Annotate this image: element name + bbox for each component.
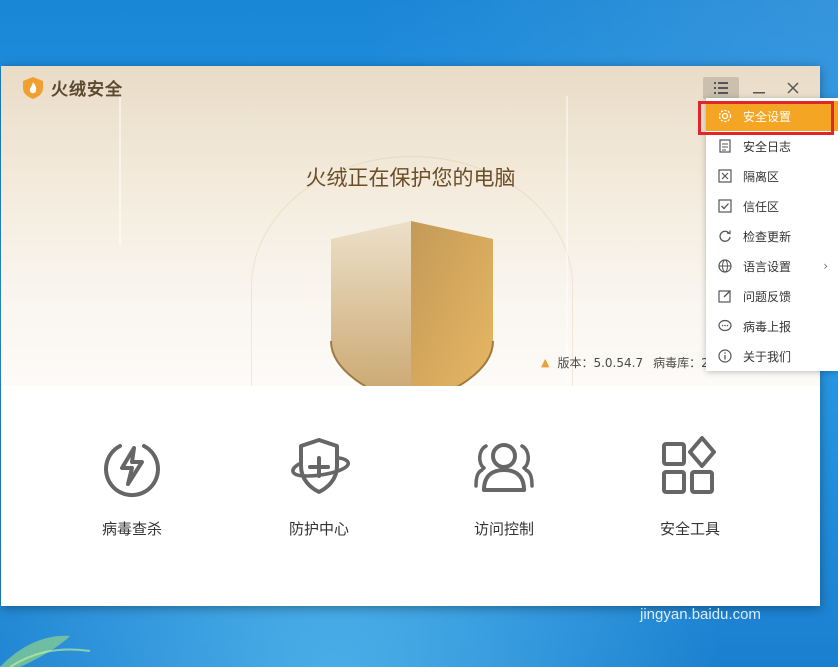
- menu-item-label: 病毒上报: [743, 319, 792, 334]
- menu-item-label: 检查更新: [743, 229, 792, 244]
- menu-item-trust-zone[interactable]: 信任区: [706, 191, 838, 221]
- chat-icon: [717, 318, 733, 334]
- version-info: ▲ 版本：5.0.54.7 病毒库：2: [541, 354, 709, 371]
- version-label: 版本：5.0.54.7: [557, 356, 644, 370]
- watermark-brand-cn: 经验: [734, 578, 783, 606]
- menu-item-check-update[interactable]: 检查更新: [706, 221, 838, 251]
- flame-shield-icon: [23, 76, 43, 99]
- menu-item-label: 关于我们: [743, 349, 792, 364]
- close-icon: [787, 82, 799, 94]
- tool-label: 安全工具: [659, 520, 720, 538]
- hero-decoration: [566, 96, 568, 386]
- tool-label: 病毒查杀: [101, 520, 162, 538]
- desktop-leaf-decoration: [0, 635, 91, 667]
- upgrade-icon[interactable]: ▲: [541, 356, 549, 369]
- shield-icon: [330, 221, 494, 411]
- list-icon: [714, 82, 728, 94]
- minimize-icon: [753, 92, 765, 94]
- app-title: 火绒安全: [51, 80, 123, 100]
- menu-item-security-log[interactable]: 安全日志: [706, 131, 838, 161]
- menu-item-feedback[interactable]: 问题反馈: [706, 281, 838, 311]
- main-menu-dropdown: 安全设置 安全日志 隔离区 信任区 检查更新 语言设置 › 问题反馈 病毒上报 …: [706, 98, 838, 371]
- tool-access-control[interactable]: 访问控制: [434, 434, 574, 539]
- users-icon: [474, 443, 534, 492]
- virus-db-label: 病毒库：2: [653, 356, 709, 370]
- menu-item-label: 隔离区: [743, 169, 780, 184]
- tool-label: 防护中心: [288, 520, 349, 538]
- info-icon: [717, 348, 733, 364]
- menu-item-about[interactable]: 关于我们: [706, 341, 838, 371]
- tool-virus-scan[interactable]: 病毒查杀: [62, 434, 202, 539]
- baidu-watermark: Baidu 经验 jingyan.baidu.com: [640, 572, 782, 623]
- app-window: 火绒安全 火绒正在保护您的电脑 ▲ 版本：5.0.54.7 病毒库：2 病毒查杀…: [1, 66, 820, 606]
- menu-item-label: 问题反馈: [743, 289, 792, 304]
- tool-label: 访问控制: [473, 520, 534, 538]
- menu-button[interactable]: [703, 77, 739, 99]
- tool-security-tools[interactable]: 安全工具: [620, 434, 760, 539]
- chevron-right-icon: ›: [823, 259, 828, 273]
- edit-icon: [717, 288, 733, 304]
- close-button[interactable]: [781, 77, 805, 99]
- menu-item-label: 语言设置: [743, 259, 792, 274]
- menu-item-virus-report[interactable]: 病毒上报: [706, 311, 838, 341]
- box-check-icon: [717, 198, 733, 214]
- document-icon: [717, 138, 733, 154]
- app-logo: 火绒安全: [23, 75, 123, 100]
- menu-item-label: 安全日志: [743, 139, 792, 154]
- refresh-icon: [717, 228, 733, 244]
- box-x-icon: [717, 168, 733, 184]
- minimize-button[interactable]: [747, 77, 771, 99]
- menu-item-language[interactable]: 语言设置 ›: [706, 251, 838, 281]
- watermark-url: jingyan.baidu.com: [640, 606, 761, 623]
- lightning-circle-icon: [104, 444, 160, 497]
- watermark-brand: Baidu: [640, 574, 729, 607]
- shield-plus-icon: [291, 438, 350, 494]
- apps-grid-icon: [662, 436, 716, 494]
- menu-item-label: 信任区: [743, 199, 780, 214]
- globe-icon: [717, 258, 733, 274]
- tool-protection-center[interactable]: 防护中心: [249, 434, 389, 539]
- menu-item-quarantine[interactable]: 隔离区: [706, 161, 838, 191]
- protection-status: 火绒正在保护您的电脑: [305, 166, 516, 190]
- highlight-annotation: [698, 101, 834, 135]
